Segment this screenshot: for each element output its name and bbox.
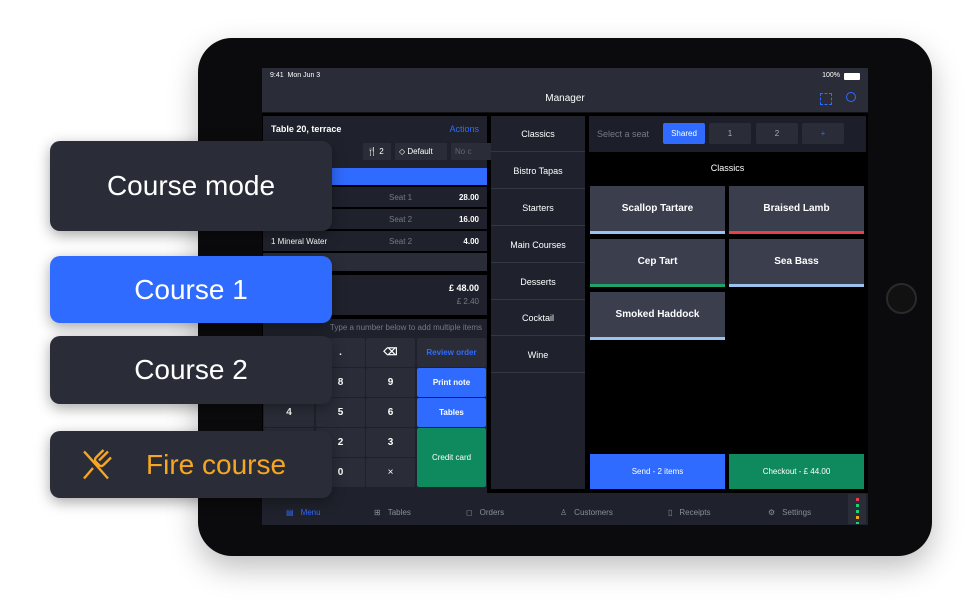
category-starters[interactable]: Starters [491,190,585,226]
order-tax: £ 2.40 [456,297,479,306]
tab-receipts[interactable]: ▯ Receipts [668,498,711,525]
product-smoked-haddock[interactable]: Smoked Haddock [590,292,725,340]
credit-card-button[interactable]: Credit card [417,428,486,487]
status-date: Mon Jun 3 [287,72,321,79]
category-classics[interactable]: Classics [491,116,585,152]
page-title: Manager [545,93,585,104]
user-icon: ♙ [560,507,568,517]
search-icon[interactable] [846,92,856,102]
status-time: 9:41 [270,72,284,79]
pos-screen: 9:41 Mon Jun 3 100% Manager Table 20, te… [262,68,868,525]
nav-bar: Manager [262,85,868,113]
tables-button[interactable]: Tables [417,398,486,427]
item-price: 4.00 [463,236,479,246]
send-button[interactable]: Send - 2 items [590,454,725,489]
receipt-icon: ▯ [668,507,673,517]
key-6[interactable]: 6 [366,398,415,427]
tab-menu[interactable]: ▤ Menu [286,498,321,525]
tab-customers[interactable]: ♙ Customers [560,498,613,525]
tab-label: Orders [479,507,505,517]
status-bar: 9:41 Mon Jun 3 100% [262,68,868,85]
battery-icon [844,73,860,80]
key-3[interactable]: 3 [366,428,415,457]
item-seat: Seat 2 [389,214,413,224]
review-order-button[interactable]: Review order [417,338,486,367]
add-seat-button[interactable]: + [802,123,844,144]
category-main-courses[interactable]: Main Courses [491,227,585,263]
key-9[interactable]: 9 [366,368,415,397]
product-scallop-tartare[interactable]: Scallop Tartare [590,186,725,234]
price-list-chip[interactable]: ◇ Default [395,143,447,160]
bag-icon: ◻ [466,507,473,517]
checkout-button[interactable]: Checkout - £ 44.00 [729,454,864,489]
item-price: 16.00 [458,214,479,224]
course-1-button[interactable]: Course 1 [50,256,332,323]
item-seat: Seat 2 [389,236,413,246]
product-sea-bass[interactable]: Sea Bass [729,239,864,287]
price-list-label: Default [407,147,433,156]
backspace-icon: ⌫ [383,347,398,358]
clear-key[interactable]: × [366,458,415,487]
product-cep-tart[interactable]: Cep Tart [590,239,725,287]
category-wine[interactable]: Wine [491,337,585,373]
seat-selector: Select a seat Shared 1 2 + [589,116,866,152]
item-seat: Seat 1 [389,192,413,202]
fire-course-button[interactable]: Fire course [50,431,332,498]
scan-icon[interactable] [820,93,832,105]
tab-label: Tables [387,507,411,517]
order-total: £ 48.00 [448,283,479,293]
seat-2[interactable]: 2 [756,123,798,144]
item-name: 1 Mineral Water [271,236,328,246]
order-item[interactable]: 1 Mineral Water Seat 2 4.00 [263,231,487,251]
tab-label: Customers [574,507,613,517]
customer-chip[interactable]: No c [451,143,491,160]
battery-percent: 100% [822,72,840,79]
print-note-button[interactable]: Print note [417,368,486,397]
cutlery-icon [83,448,112,479]
tab-label: Settings [782,507,812,517]
status-indicator[interactable] [848,494,866,524]
tables-icon: ⊞ [374,507,381,517]
seat-shared[interactable]: Shared [663,123,705,144]
tab-orders[interactable]: ◻ Orders [466,498,504,525]
course-mode-card: Course mode [50,141,332,231]
backspace-key[interactable]: ⌫ [366,338,415,367]
gear-icon: ⚙ [768,507,776,517]
guests-count: 2 [379,147,384,156]
home-button[interactable] [886,283,917,314]
tab-settings[interactable]: ⚙ Settings [768,498,811,525]
products-heading: Classics [710,163,745,173]
guests-chip[interactable]: 🍴 2 [363,143,391,160]
item-price: 28.00 [458,192,479,202]
fire-course-label: Fire course [146,448,287,480]
table-name: Table 20, terrace [271,124,342,134]
actions-link[interactable]: Actions [449,124,479,134]
seat-label: Select a seat [597,129,650,139]
menu-icon: ▤ [286,507,294,517]
tab-tables[interactable]: ⊞ Tables [374,498,411,525]
course-2-button[interactable]: Course 2 [50,336,332,404]
product-braised-lamb[interactable]: Braised Lamb [729,186,864,234]
seat-1[interactable]: 1 [709,123,751,144]
category-bistro-tapas[interactable]: Bistro Tapas [491,153,585,189]
category-desserts[interactable]: Desserts [491,264,585,300]
tab-label: Menu [300,507,321,517]
keypad-hint: Type a number below to add multiple item… [329,323,482,332]
customer-label: No c [455,147,472,156]
category-cocktail[interactable]: Cocktail [491,300,585,336]
tab-label: Receipts [679,507,711,517]
